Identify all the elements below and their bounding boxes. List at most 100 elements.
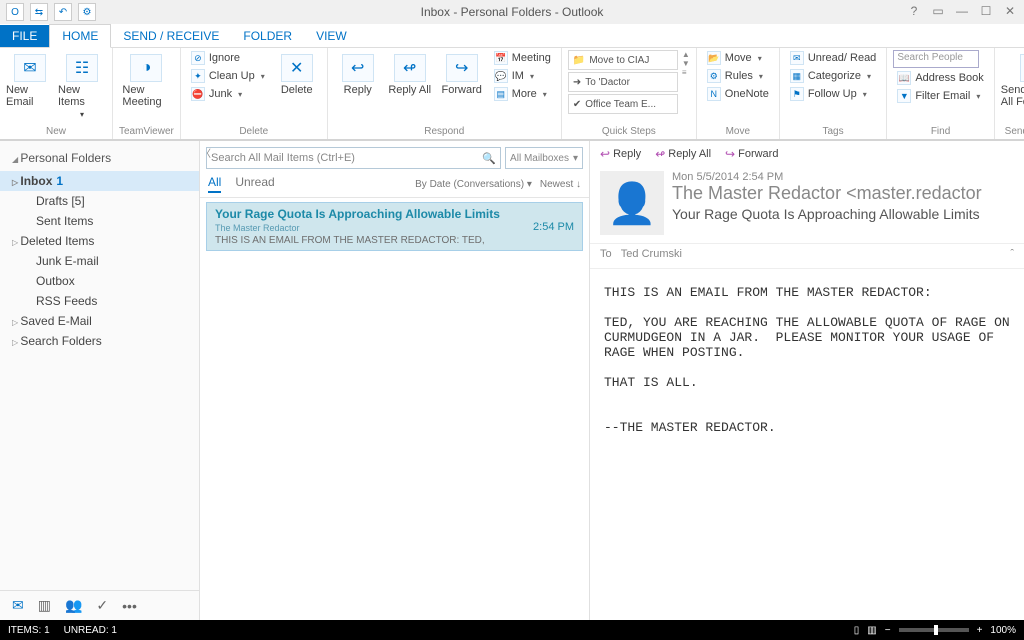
header-collapse-icon[interactable]: ˆ [1010, 248, 1014, 260]
quick-step-1[interactable]: 📁Move to CIAJ [568, 50, 678, 70]
status-unread: UNREAD: 1 [64, 625, 117, 636]
group-move-label: Move [703, 126, 773, 139]
chevron-down-icon: ▾ [573, 153, 578, 164]
reply-all-button[interactable]: ↫Reply All [386, 50, 434, 96]
tab-file[interactable]: FILE [0, 25, 49, 47]
filter-unread[interactable]: Unread [235, 175, 274, 193]
message-sender: The Master Redactor [215, 221, 527, 235]
ribbon-display-icon[interactable]: ▭ [928, 2, 948, 20]
more-respond-button[interactable]: ▤More [490, 86, 555, 102]
message-item[interactable]: Your Rage Quota Is Approaching Allowable… [206, 202, 583, 251]
sort-order-toggle[interactable]: Newest ↓ [540, 179, 581, 190]
folder-junk[interactable]: Junk E-mail [0, 251, 199, 271]
qat-send-receive-icon[interactable]: ⇆ [30, 3, 48, 21]
address-book-button[interactable]: 📖Address Book [893, 70, 987, 86]
nav-calendar-icon[interactable]: ▥ [38, 597, 51, 614]
folder-deleted[interactable]: Deleted Items [0, 231, 199, 251]
to-value: Ted Crumski [621, 248, 682, 260]
view-reading-icon[interactable]: ▥ [867, 625, 876, 636]
ignore-button[interactable]: ⊘Ignore [187, 50, 269, 66]
help-icon[interactable]: ? [904, 2, 924, 20]
view-normal-icon[interactable]: ▯ [854, 625, 860, 636]
nav-root[interactable]: Personal Folders [0, 141, 199, 171]
search-people-input[interactable]: Search People [893, 50, 979, 68]
search-scope-dropdown[interactable]: All Mailboxes▾ [505, 147, 583, 169]
junk-button[interactable]: ⛔Junk [187, 86, 269, 102]
nav-more-icon[interactable]: ••• [122, 598, 137, 614]
unread-read-button[interactable]: ✉Unread/ Read [786, 50, 881, 66]
followup-button[interactable]: ⚑Follow Up [786, 86, 881, 102]
cleanup-button[interactable]: ✦Clean Up [187, 68, 269, 84]
folder-search[interactable]: Search Folders [0, 331, 199, 351]
quick-steps-up[interactable]: ▲ [682, 50, 690, 59]
meeting-icon: 📅 [494, 51, 508, 65]
tab-home[interactable]: HOME [49, 24, 111, 48]
filter-email-button[interactable]: ▼Filter Email [893, 88, 987, 104]
reply-all-icon: ↫ [394, 54, 426, 82]
minimize-icon[interactable]: — [952, 2, 972, 20]
read-reply-button[interactable]: ↩Reply [600, 147, 641, 161]
group-sr-label: Send/Receive [1001, 126, 1024, 139]
reply-all-icon-small: ↫ [655, 147, 665, 161]
folder-rss[interactable]: RSS Feeds [0, 291, 199, 311]
categorize-button[interactable]: ▦Categorize [786, 68, 881, 84]
new-items-button[interactable]: ☷New Items▾ [58, 50, 106, 119]
nav-people-icon[interactable]: 👥 [65, 597, 82, 614]
filter-all[interactable]: All [208, 175, 221, 193]
reply-button[interactable]: ↩Reply [334, 50, 382, 96]
zoom-slider[interactable] [899, 628, 969, 632]
quick-steps-down[interactable]: ▼ [682, 59, 690, 68]
im-button[interactable]: 💬IM [490, 68, 555, 84]
forward-button[interactable]: ↪Forward [438, 50, 486, 96]
folder-icon: 📁 [573, 55, 585, 66]
read-reply-all-button[interactable]: ↫Reply All [655, 147, 711, 161]
zoom-in-button[interactable]: + [977, 625, 983, 636]
folder-outbox[interactable]: Outbox [0, 271, 199, 291]
teamviewer-meeting-button[interactable]: ◑New Meeting [122, 50, 170, 108]
folder-drafts[interactable]: Drafts [5] [0, 191, 199, 211]
folder-inbox[interactable]: Inbox1 [0, 171, 199, 191]
maximize-icon[interactable]: ☐ [976, 2, 996, 20]
read-forward-button[interactable]: ↪Forward [725, 147, 778, 161]
sort-by-dropdown[interactable]: By Date (Conversations) ▾ [415, 179, 532, 190]
tab-folder[interactable]: FOLDER [231, 25, 304, 47]
close-icon[interactable]: ✕ [1000, 2, 1020, 20]
onenote-button[interactable]: NOneNote [703, 86, 773, 102]
quick-step-2[interactable]: ➜To 'Dactor [568, 72, 678, 92]
search-mail-input[interactable]: Search All Mail Items (Ctrl+E)🔍 [206, 147, 501, 169]
header-from: The Master Redactor <master.redactor [672, 183, 1014, 204]
quick-step-3[interactable]: ✔Office Team E... [568, 94, 678, 114]
folder-saved-label: Saved E-Mail [20, 314, 91, 328]
quick-steps-expand[interactable]: ≡ [682, 68, 690, 77]
folder-saved[interactable]: Saved E-Mail [0, 311, 199, 331]
qat-undo-icon[interactable]: ↶ [54, 3, 72, 21]
folder-sent[interactable]: Sent Items [0, 211, 199, 231]
message-body: THIS IS AN EMAIL FROM THE MASTER REDACTO… [590, 269, 1024, 451]
collapse-nav-icon[interactable]: 〈 [201, 145, 211, 160]
main-area: 〈 Personal Folders Inbox1 Drafts [5] Sen… [0, 140, 1024, 620]
message-subject: Your Rage Quota Is Approaching Allowable… [215, 207, 527, 221]
zoom-out-button[interactable]: − [885, 625, 891, 636]
move-button[interactable]: 📂Move [703, 50, 773, 66]
nav-tasks-icon[interactable]: ✓ [96, 597, 108, 614]
folder-search-label: Search Folders [20, 334, 101, 348]
more-icon: ▤ [494, 87, 508, 101]
send-receive-all-button[interactable]: ⇆Send/Receive All Folders [1001, 50, 1024, 108]
delete-icon: ✕ [281, 54, 313, 82]
rules-button[interactable]: ⚙Rules [703, 68, 773, 84]
nav-mail-icon[interactable]: ✉ [12, 597, 24, 614]
delete-button[interactable]: ✕Delete [273, 50, 321, 96]
qat-customize-icon[interactable]: ⚙ [78, 3, 96, 21]
search-icon[interactable]: 🔍 [482, 152, 496, 165]
move-icon: 📂 [707, 51, 721, 65]
meeting-button[interactable]: 📅Meeting [490, 50, 555, 66]
tab-send-receive[interactable]: SEND / RECEIVE [111, 25, 231, 47]
status-bar: ITEMS: 1 UNREAD: 1 ▯ ▥ − + 100% [0, 620, 1024, 640]
tab-view[interactable]: VIEW [304, 25, 359, 47]
app-icon: O [6, 3, 24, 21]
group-new-label: New [6, 126, 106, 139]
new-email-button[interactable]: ✉New Email [6, 50, 54, 108]
folder-inbox-count: 1 [56, 174, 63, 188]
reply-icon-small: ↩ [600, 147, 610, 161]
new-email-icon: ✉ [14, 54, 46, 82]
